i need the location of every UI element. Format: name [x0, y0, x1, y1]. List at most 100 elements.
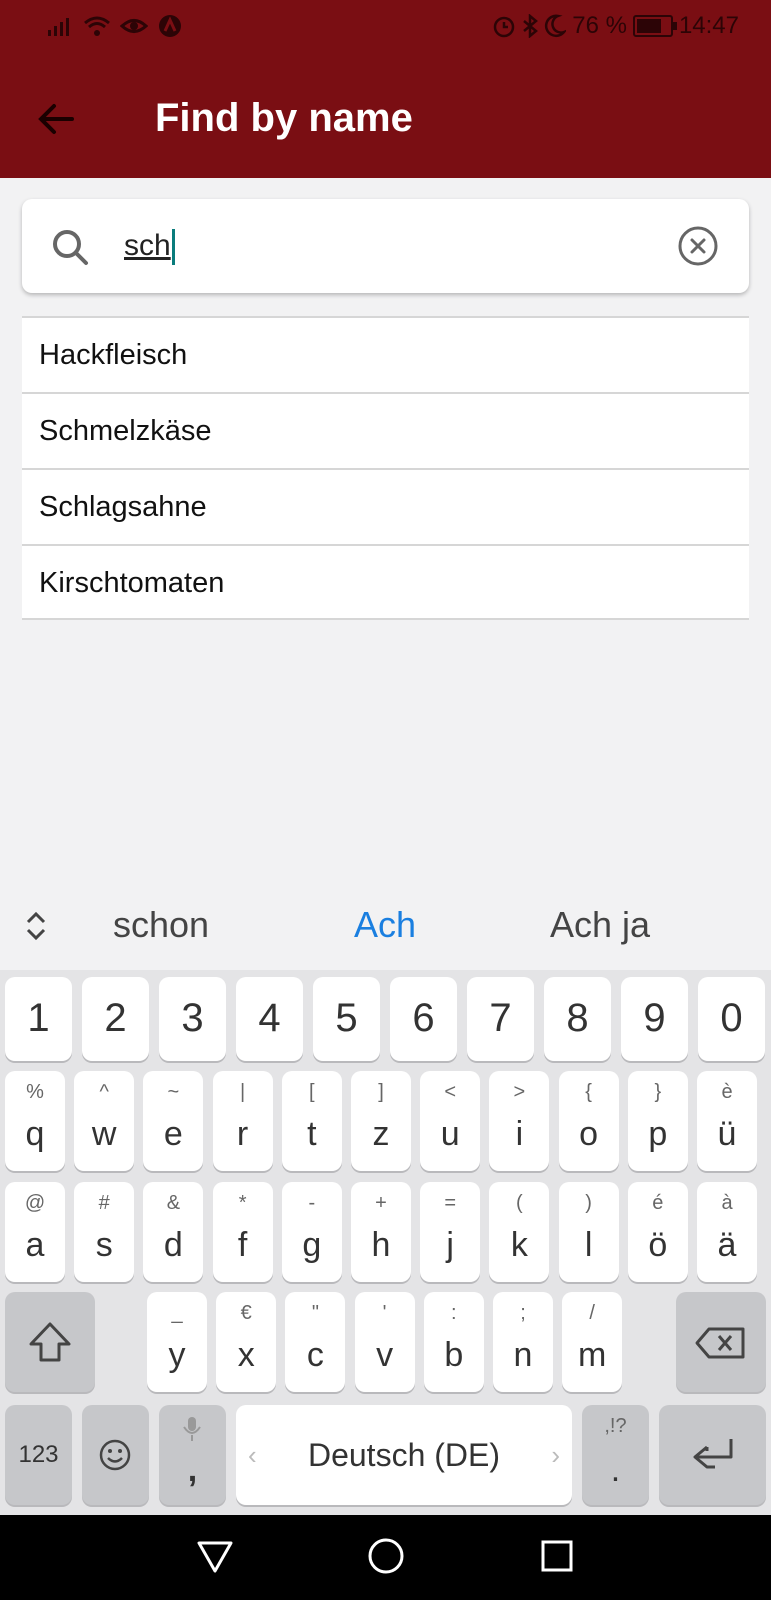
key-0[interactable]: 0: [698, 977, 765, 1061]
suggestion-word[interactable]: schon: [113, 904, 209, 946]
key-secondary-label: ]: [378, 1081, 384, 1103]
key-s[interactable]: # s: [74, 1182, 135, 1282]
key-l[interactable]: ) l: [558, 1182, 619, 1282]
numbers-key[interactable]: 123: [5, 1405, 72, 1505]
key-d[interactable]: & d: [143, 1182, 204, 1282]
backspace-key[interactable]: [676, 1292, 766, 1392]
search-box[interactable]: sch: [22, 199, 749, 293]
key-v[interactable]: ' v: [354, 1292, 415, 1392]
do-not-disturb-icon: [545, 14, 567, 38]
search-input-value: sch: [124, 229, 171, 262]
key-primary-label: o: [579, 1115, 599, 1153]
key-p[interactable]: } p: [627, 1071, 688, 1171]
key-secondary-label: è: [721, 1081, 733, 1103]
key-n[interactable]: ; n: [493, 1292, 553, 1392]
key-primary-label: i: [515, 1115, 524, 1153]
key-primary-label: g: [302, 1226, 322, 1264]
key-h[interactable]: + h: [351, 1182, 411, 1282]
key-secondary-label: à: [721, 1192, 733, 1214]
key-j[interactable]: = j: [420, 1182, 481, 1282]
space-key[interactable]: ‹ Deutsch (DE) ›: [236, 1405, 572, 1505]
key-3[interactable]: 3: [159, 977, 226, 1061]
recents-nav-icon[interactable]: [540, 1539, 574, 1573]
result-item[interactable]: Schmelzkäse: [22, 392, 749, 468]
key-o[interactable]: {o: [558, 1071, 619, 1171]
key-primary-label: ö: [648, 1226, 668, 1264]
home-nav-icon[interactable]: [367, 1537, 405, 1575]
expand-toggle-icon[interactable]: [22, 908, 50, 944]
key-6[interactable]: 6: [390, 977, 457, 1061]
key-primary-label: r: [236, 1115, 249, 1153]
emoji-key[interactable]: [82, 1405, 149, 1505]
key-secondary-label: #: [98, 1192, 110, 1214]
key-secondary-label: {: [585, 1081, 592, 1103]
key-ö[interactable]: éö: [627, 1182, 688, 1282]
key-primary-label: p: [648, 1115, 668, 1153]
key-a[interactable]: @ a: [5, 1182, 65, 1282]
key-ä[interactable]: àä: [697, 1182, 757, 1282]
key-w[interactable]: ^ w: [74, 1071, 135, 1171]
key-i[interactable]: > i: [489, 1071, 550, 1171]
key-secondary-label: @: [24, 1192, 46, 1214]
key-2[interactable]: 2: [82, 977, 149, 1061]
signal-icon: [48, 18, 69, 36]
back-nav-icon[interactable]: [196, 1539, 234, 1575]
key-5[interactable]: 5: [313, 977, 380, 1061]
result-item[interactable]: Hackfleisch: [22, 316, 749, 392]
key-secondary-label: ;: [520, 1302, 526, 1324]
period-alt-label: ,!?: [604, 1415, 627, 1437]
key-z[interactable]: ] z: [351, 1071, 411, 1171]
key-r[interactable]: | r: [212, 1071, 273, 1171]
key-secondary-label: *: [238, 1192, 247, 1214]
key-primary-label: e: [163, 1115, 183, 1153]
key-secondary-label: =: [444, 1192, 457, 1214]
key-secondary-label: &: [166, 1192, 181, 1214]
key-4[interactable]: 4: [236, 977, 303, 1061]
key-7[interactable]: 7: [467, 977, 534, 1061]
key-x[interactable]: € x: [216, 1292, 277, 1392]
key-primary-label: l: [584, 1226, 593, 1264]
key-secondary-label: ": [311, 1302, 319, 1324]
page-title: Find by name: [155, 96, 413, 140]
key-q[interactable]: % q: [5, 1071, 65, 1171]
key-c[interactable]: " c: [285, 1292, 346, 1392]
key-secondary-label: [: [309, 1081, 315, 1103]
key-f[interactable]: * f: [212, 1182, 273, 1282]
key-secondary-label: _: [171, 1302, 183, 1324]
key-9[interactable]: 9: [621, 977, 688, 1061]
key-ü[interactable]: èü: [697, 1071, 757, 1171]
suggestion-word[interactable]: Ach: [354, 904, 416, 946]
key-secondary-label: ^: [99, 1081, 109, 1103]
key-1[interactable]: 1: [5, 977, 72, 1061]
key-primary-label: c: [306, 1336, 324, 1374]
comma-key[interactable]: ,: [159, 1405, 226, 1505]
key-8[interactable]: 8: [544, 977, 611, 1061]
shift-key[interactable]: [5, 1292, 95, 1392]
key-primary-label: t: [307, 1115, 317, 1153]
key-y[interactable]: _ y: [147, 1292, 207, 1392]
search-input[interactable]: sch: [124, 229, 175, 266]
key-secondary-label: ~: [167, 1081, 180, 1103]
key-b[interactable]: :b: [423, 1292, 484, 1392]
key-secondary-label: %: [26, 1081, 44, 1103]
key-k[interactable]: (k: [489, 1182, 550, 1282]
key-secondary-label: €: [240, 1302, 252, 1324]
status-right: 76 % 14:47: [492, 12, 739, 40]
key-secondary-label: ': [382, 1302, 387, 1324]
key-t[interactable]: [t: [281, 1071, 342, 1171]
clear-icon[interactable]: [677, 225, 719, 267]
period-key[interactable]: ,!? .: [582, 1405, 649, 1505]
enter-key[interactable]: [659, 1405, 766, 1505]
key-secondary-label: (: [516, 1192, 523, 1214]
suggestion-strip: schon Ach Ach ja: [0, 882, 771, 970]
key-g[interactable]: -g: [281, 1182, 342, 1282]
key-secondary-label: +: [375, 1192, 387, 1214]
result-item[interactable]: Kirschtomaten: [22, 544, 749, 620]
key-m[interactable]: / m: [562, 1292, 623, 1392]
result-item[interactable]: Schlagsahne: [22, 468, 749, 544]
key-e[interactable]: ~ e: [143, 1071, 204, 1171]
key-secondary-label: ): [585, 1192, 592, 1214]
suggestion-word[interactable]: Ach ja: [550, 904, 650, 946]
key-u[interactable]: < u: [420, 1071, 481, 1171]
arrow-left-icon[interactable]: [32, 95, 80, 143]
